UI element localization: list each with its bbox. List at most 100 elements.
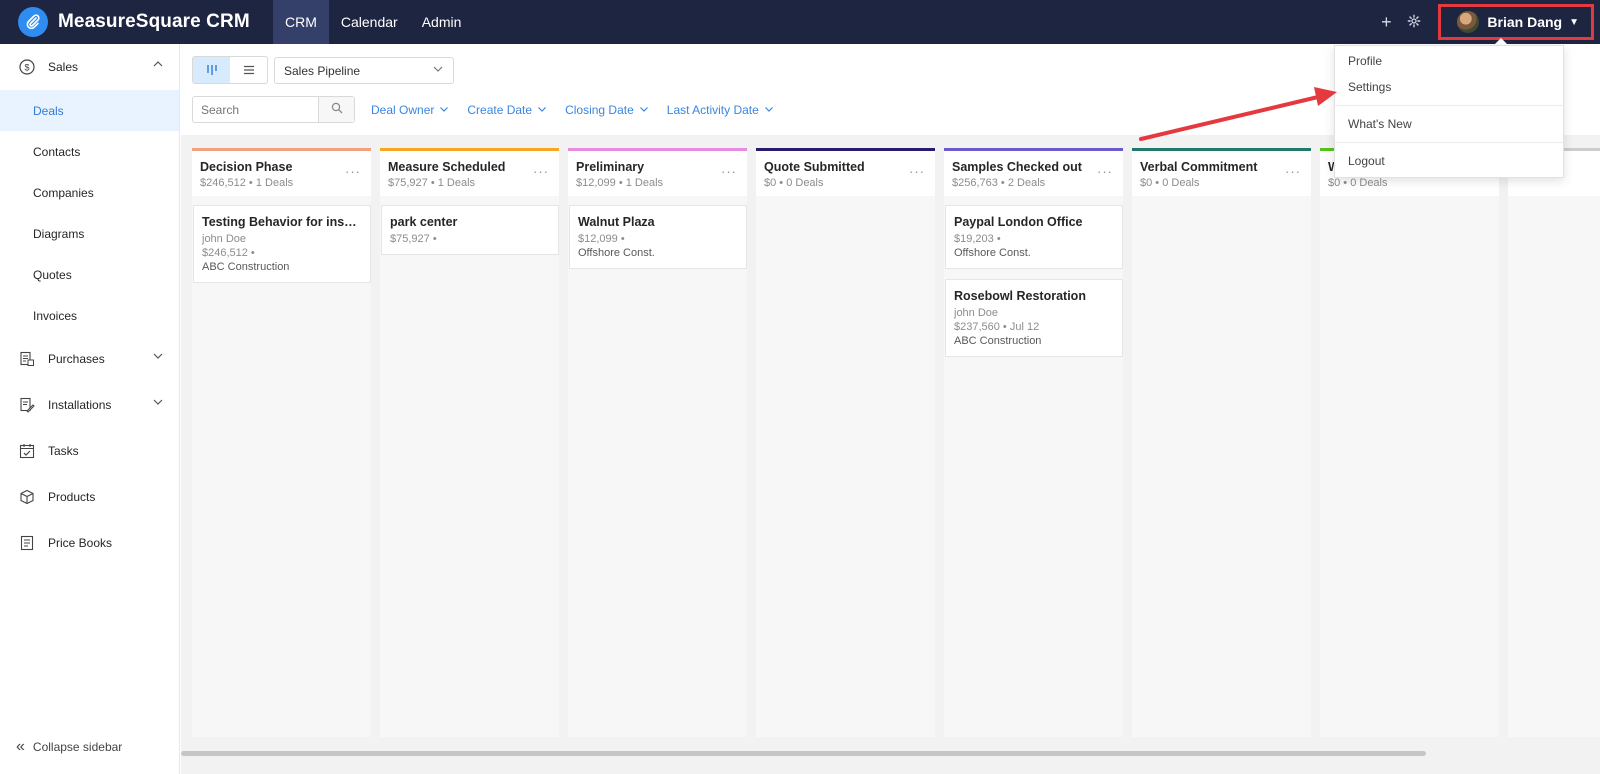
filter-bar: Deal Owner Create Date Closing Date Last… [371,103,792,117]
sidebar-group-products[interactable]: Products [0,474,179,520]
user-menu-button[interactable]: Brian Dang ▼ [1438,4,1594,40]
avatar [1457,11,1480,33]
kanban-column: W $0 • 0 Deals [1320,148,1499,737]
deal-amount: $12,099 • [578,233,625,245]
search-icon [331,101,343,119]
kanban-view-button[interactable] [193,57,230,83]
deal-owner: john Doe [202,233,247,245]
filter-closing-date[interactable]: Closing Date [565,103,649,117]
gear-icon[interactable] [1400,12,1428,33]
column-summary: $0 • 0 Deals [1328,177,1388,189]
sidebar-item-quotes[interactable]: Quotes [0,254,179,295]
filter-label: Closing Date [565,103,634,117]
installation-icon [18,396,36,414]
column-summary: $12,099 • 1 Deals [576,177,664,189]
deal-card[interactable]: Testing Behavior for inserting john Doe … [193,205,371,283]
search-box [192,96,355,123]
filter-label: Create Date [467,103,533,117]
brand[interactable]: MeasureSquare CRM [0,7,273,37]
sidebar-item-invoices[interactable]: Invoices [0,295,179,336]
deal-title: park center [390,215,458,229]
chevron-up-icon [153,58,163,72]
sidebar-group-installations[interactable]: Installations [0,382,179,428]
kanban-column: Quote Submitted $0 • 0 Deals ··· [756,148,935,737]
column-title: Measure Scheduled [388,160,506,174]
filter-last-activity-date[interactable]: Last Activity Date [667,103,774,117]
svg-text:$: $ [24,63,29,73]
deal-card[interactable]: park center $75,927 • [381,205,559,255]
kanban-column: Decision Phase $246,512 • 1 Deals ··· Te… [192,148,371,737]
menu-item-settings[interactable]: Settings [1335,74,1563,100]
chevron-down-icon [153,350,163,364]
filter-deal-owner[interactable]: Deal Owner [371,103,449,117]
deal-card[interactable]: Walnut Plaza $12,099 • Offshore Const. [569,205,747,269]
sidebar-group-sales[interactable]: $ Sales [0,44,179,90]
deal-company: Offshore Const. [578,247,655,259]
sidebar-group-label: Price Books [48,536,113,550]
deal-amount: $246,512 • [202,247,255,259]
kanban-column: Measure Scheduled $75,927 • 1 Deals ··· … [380,148,559,737]
paperclip-logo-icon [18,7,48,37]
dollar-circle-icon: $ [18,58,36,76]
kanban-column: Preliminary $12,099 • 1 Deals ··· Walnut… [568,148,747,737]
sidebar-item-deals[interactable]: Deals [0,90,179,131]
search-input[interactable] [193,97,318,122]
search-button[interactable] [318,97,354,122]
sidebar-item-companies[interactable]: Companies [0,172,179,213]
chevron-down-icon [432,63,444,78]
sidebar-group-label: Tasks [48,444,79,458]
column-title: Samples Checked out [952,160,1082,174]
filter-create-date[interactable]: Create Date [467,103,547,117]
menu-divider [1335,105,1563,106]
sidebar-item-diagrams[interactable]: Diagrams [0,213,179,254]
deal-amount: $75,927 • [390,233,437,245]
chevron-down-icon [537,103,547,117]
sidebar-group-label: Installations [48,398,112,412]
deal-card[interactable]: Paypal London Office $19,203 • Offshore … [945,205,1123,269]
pipeline-select[interactable]: Sales Pipeline [274,57,454,84]
more-options-icon[interactable]: ··· [1097,164,1113,179]
column-title: Verbal Commitment [1140,160,1258,174]
sidebar-group-purchases[interactable]: Purchases [0,336,179,382]
plus-icon[interactable]: + [1372,12,1400,33]
deal-owner: john Doe [954,307,999,319]
more-options-icon[interactable]: ··· [909,164,925,179]
sidebar-item-contacts[interactable]: Contacts [0,131,179,172]
more-options-icon[interactable]: ··· [721,164,737,179]
chevron-down-icon [153,396,163,410]
sidebar-group-price-books[interactable]: Price Books [0,520,179,566]
list-view-button[interactable] [230,57,267,83]
menu-item-whats-new[interactable]: What's New [1335,111,1563,137]
deal-title: Rosebowl Restoration [954,289,1086,303]
chevron-down-icon [439,103,449,117]
sidebar-group-label: Purchases [48,352,105,366]
topnav-admin[interactable]: Admin [410,0,474,44]
filter-label: Last Activity Date [666,103,759,117]
column-title: Quote Submitted [764,160,865,174]
sidebar-group-tasks[interactable]: Tasks [0,428,179,474]
top-nav: CRM Calendar Admin [273,0,473,44]
column-header: Decision Phase $246,512 • 1 Deals ··· [192,148,371,196]
topnav-crm[interactable]: CRM [273,0,329,44]
deal-amount: $19,203 • [954,233,1001,245]
deal-card[interactable]: Rosebowl Restoration john Doe $237,560 •… [945,279,1123,357]
collapse-sidebar-button[interactable]: « Collapse sidebar [16,739,123,755]
horizontal-scrollbar[interactable] [181,751,1426,756]
column-summary: $246,512 • 1 Deals [200,177,294,189]
more-options-icon[interactable]: ··· [1285,164,1301,179]
menu-item-profile[interactable]: Profile [1335,48,1563,74]
more-options-icon[interactable]: ··· [345,164,361,179]
collapse-sidebar-label: Collapse sidebar [32,740,123,754]
more-options-icon[interactable]: ··· [533,164,549,179]
deal-title: Paypal London Office [954,215,1083,229]
kanban-column: Verbal Commitment $0 • 0 Deals ··· [1132,148,1311,737]
column-summary: $75,927 • 1 Deals [388,177,476,189]
topnav-calendar[interactable]: Calendar [329,0,410,44]
top-navbar: MeasureSquare CRM CRM Calendar Admin + B… [0,0,1600,44]
column-header: Verbal Commitment $0 • 0 Deals ··· [1132,148,1311,196]
menu-item-logout[interactable]: Logout [1335,148,1563,174]
chevron-down-icon [764,103,774,117]
caret-down-icon: ▼ [1569,16,1579,28]
kanban-column: Samples Checked out $256,763 • 2 Deals ·… [944,148,1123,737]
sidebar: $ Sales Deals Contacts Companies Diagram… [0,44,180,774]
